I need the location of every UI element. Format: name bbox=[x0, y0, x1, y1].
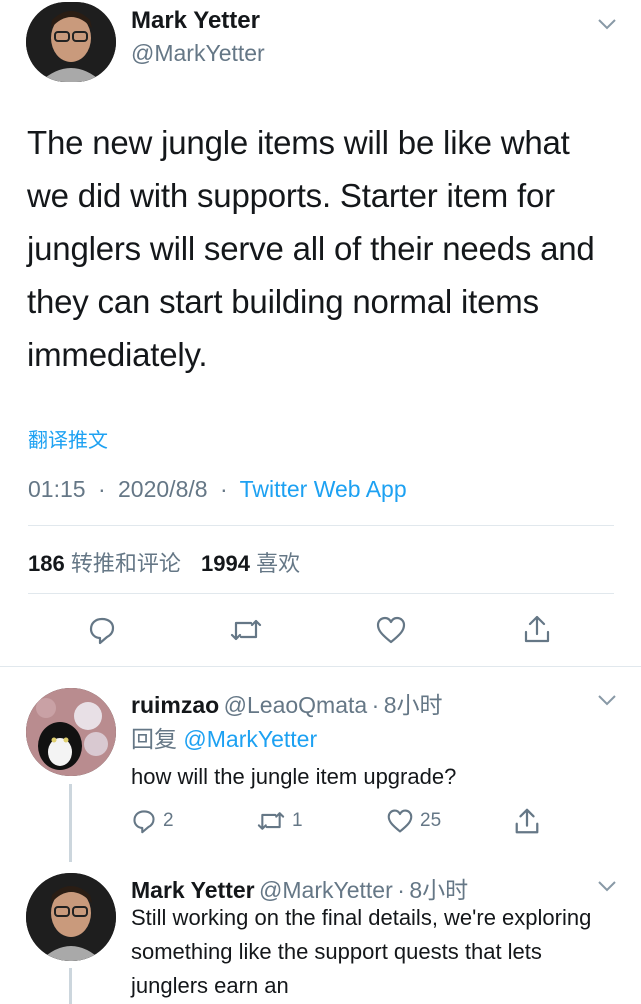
author-name[interactable]: Mark Yetter bbox=[131, 7, 260, 35]
reply-text: Still working on the final details, we'r… bbox=[131, 905, 592, 998]
tweet-meta: 01:15 · 2020/8/8 · Twitter Web App bbox=[28, 476, 407, 503]
reply-age: 8小时 bbox=[383, 692, 443, 718]
reply-handle[interactable]: @MarkYetter bbox=[259, 877, 393, 903]
avatar-image bbox=[26, 873, 116, 961]
reply-like-action[interactable]: 25 bbox=[386, 808, 441, 834]
reply-author-name[interactable]: ruimzao bbox=[131, 692, 219, 718]
replying-to: 回复 @MarkYetter bbox=[131, 720, 317, 754]
reply-header: ruimzao @LeaoQmata · 8小时 bbox=[131, 686, 443, 720]
divider bbox=[0, 666, 641, 667]
reply-avatar[interactable] bbox=[26, 873, 116, 961]
reply-author-name[interactable]: Mark Yetter bbox=[131, 877, 255, 903]
share-icon[interactable] bbox=[519, 610, 555, 648]
reply-reply-count: 2 bbox=[163, 810, 174, 831]
tweet-date: 2020/8/8 bbox=[118, 476, 208, 502]
meta-separator: · bbox=[97, 476, 106, 502]
reply-menu-chevron-icon[interactable] bbox=[592, 690, 622, 710]
divider bbox=[28, 525, 614, 526]
reply-icon bbox=[133, 810, 155, 834]
like-label[interactable]: 喜欢 bbox=[256, 551, 300, 576]
retweet-count[interactable]: 186 bbox=[28, 551, 65, 576]
meta-separator: · bbox=[371, 692, 380, 718]
reply-header: Mark Yetter @MarkYetter · 8小时 bbox=[131, 871, 468, 905]
avatar-image bbox=[26, 2, 116, 82]
retweet-label[interactable]: 转推和评论 bbox=[71, 551, 181, 576]
reply-like-count: 25 bbox=[420, 810, 442, 831]
tweet-text: The new jungle items will be like what w… bbox=[27, 124, 595, 373]
reply-icon[interactable] bbox=[84, 612, 120, 648]
reply-age: 8小时 bbox=[409, 877, 469, 903]
like-heart-icon bbox=[387, 809, 413, 833]
replying-to-label: 回复 bbox=[131, 726, 177, 752]
tweet-menu-chevron-icon[interactable] bbox=[592, 14, 622, 34]
avatar-image bbox=[26, 688, 116, 776]
thread-line bbox=[69, 784, 72, 862]
retweet-icon[interactable] bbox=[226, 612, 266, 648]
author-avatar[interactable] bbox=[26, 2, 116, 82]
divider bbox=[28, 593, 614, 594]
reply-share-action[interactable] bbox=[513, 806, 541, 836]
share-icon bbox=[515, 808, 539, 834]
reply-avatar[interactable] bbox=[26, 688, 116, 776]
meta-separator: · bbox=[397, 877, 405, 903]
reply-text: how will the jungle item upgrade? bbox=[131, 764, 457, 789]
reply-retweet-action[interactable]: 1 bbox=[256, 808, 303, 834]
like-heart-icon[interactable] bbox=[373, 612, 409, 648]
replying-to-handle[interactable]: @MarkYetter bbox=[183, 726, 317, 752]
retweet-icon bbox=[257, 812, 285, 830]
tweet-source-link[interactable]: Twitter Web App bbox=[240, 476, 407, 502]
reply-reply-action[interactable]: 2 bbox=[131, 808, 174, 834]
author-handle[interactable]: @MarkYetter bbox=[131, 40, 265, 67]
reply-retweet-count: 1 bbox=[292, 810, 303, 831]
translate-tweet-link[interactable]: 翻译推文 bbox=[28, 424, 108, 453]
thread-line bbox=[69, 968, 72, 1004]
meta-separator: · bbox=[219, 476, 228, 502]
tweet-stats: 186 转推和评论 1994 喜欢 bbox=[28, 546, 300, 578]
reply-handle[interactable]: @LeaoQmata bbox=[224, 692, 368, 718]
like-count[interactable]: 1994 bbox=[201, 551, 250, 576]
reply-menu-chevron-icon[interactable] bbox=[592, 876, 622, 896]
tweet-time: 01:15 bbox=[28, 476, 86, 502]
